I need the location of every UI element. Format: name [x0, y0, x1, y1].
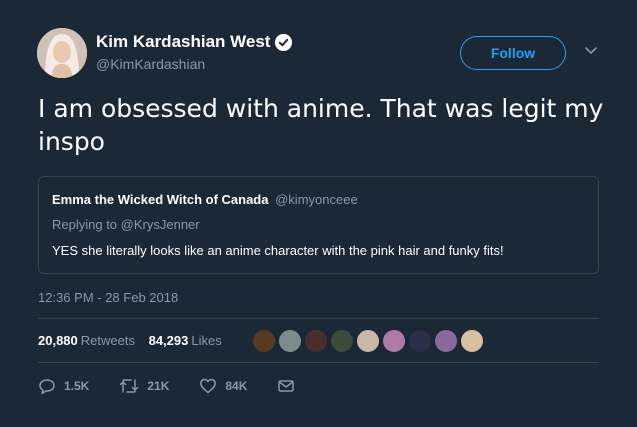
quoted-tweet-header: Emma the Wicked Witch of Canada @kimyonc… [52, 192, 358, 207]
heart-icon [200, 378, 217, 394]
liker-avatar-1[interactable] [252, 329, 276, 353]
liker-avatar-9[interactable] [460, 329, 484, 353]
replying-to-prefix: Replying to [52, 217, 118, 232]
tweet-timestamp[interactable]: 12:36 PM - 28 Feb 2018 [38, 290, 178, 305]
author-display-name-text[interactable]: Kim Kardashian West [96, 32, 270, 52]
envelope-icon [278, 380, 295, 392]
author-avatar[interactable] [37, 28, 87, 78]
liker-avatars [252, 329, 486, 353]
chevron-down-icon[interactable] [584, 46, 598, 56]
liker-avatar-5[interactable] [356, 329, 380, 353]
quoted-tweet[interactable]: Emma the Wicked Witch of Canada @kimyonc… [38, 176, 599, 274]
reply-action[interactable]: 1.5K [38, 377, 89, 395]
verified-badge-icon [275, 33, 293, 51]
follow-button[interactable]: Follow [460, 36, 566, 70]
liker-avatar-2[interactable] [278, 329, 302, 353]
liker-avatar-3[interactable] [304, 329, 328, 353]
reply-icon [39, 379, 55, 395]
liker-avatar-8[interactable] [434, 329, 458, 353]
divider-bottom [38, 362, 599, 363]
quoted-author-handle: @kimyonceee [275, 192, 358, 207]
likes-label[interactable]: Likes [191, 333, 221, 348]
like-count: 84K [225, 379, 248, 393]
replying-to-mention[interactable]: @KrysJenner [121, 217, 200, 232]
retweet-count: 21K [147, 379, 170, 393]
quoted-author-name: Emma the Wicked Witch of Canada [52, 192, 269, 207]
author-handle[interactable]: @KimKardashian [96, 56, 292, 72]
liker-avatar-4[interactable] [330, 329, 354, 353]
author-display-name[interactable]: Kim Kardashian West [96, 32, 293, 52]
author-name-block: Kim Kardashian West @KimKardashian [96, 32, 293, 72]
retweets-count[interactable]: 20,880 [38, 333, 78, 348]
liker-avatar-7[interactable] [408, 329, 432, 353]
tweet-actions: 1.5K 21K 84K [38, 377, 325, 395]
quoted-replying-to: Replying to @KrysJenner [52, 217, 200, 232]
quoted-tweet-text: YES she literally looks like an anime ch… [52, 243, 504, 258]
liker-avatar-6[interactable] [382, 329, 406, 353]
retweet-icon [120, 379, 139, 393]
divider-top [38, 318, 599, 319]
reply-count: 1.5K [64, 379, 90, 393]
message-action[interactable] [277, 377, 295, 395]
retweets-label[interactable]: Retweets [81, 333, 135, 348]
likes-count[interactable]: 84,293 [149, 333, 189, 348]
engagement-stats: 20,880 Retweets 84,293 Likes [38, 333, 232, 348]
tweet-text: I am obsessed with anime. That was legit… [38, 94, 604, 156]
retweet-action[interactable]: 21K [119, 377, 169, 395]
like-action[interactable]: 84K [199, 377, 247, 395]
